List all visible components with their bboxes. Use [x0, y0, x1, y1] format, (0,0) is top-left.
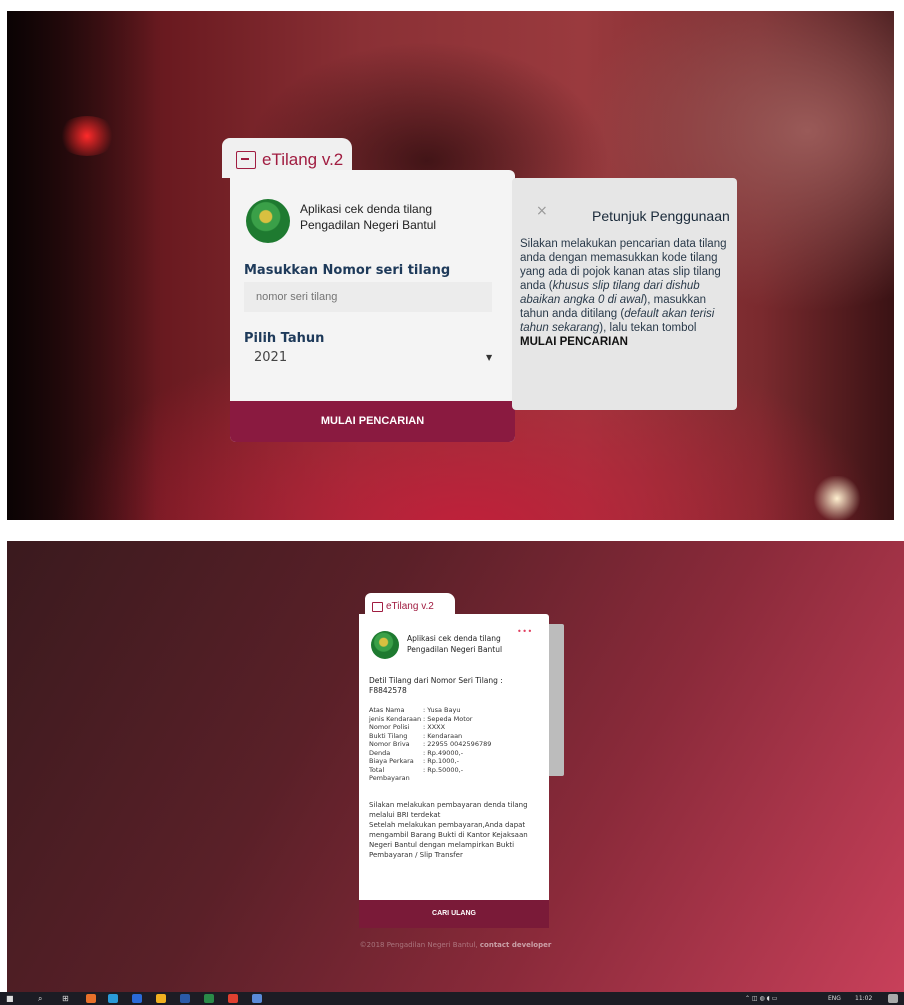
app-icon[interactable]: [252, 994, 262, 1003]
detail-row: Bukti Tilang : Kendaraan: [369, 732, 544, 741]
app-tab-title-small: eTilang v.2: [386, 601, 434, 612]
tahun-select-value: 2021: [254, 350, 288, 365]
app-subtitle-line2: Pengadilan Negeri Bantul: [300, 218, 437, 232]
firefox-icon[interactable]: [86, 994, 96, 1003]
search-icon[interactable]: ⌕: [38, 992, 42, 1005]
more-dots-icon[interactable]: •••: [517, 627, 533, 636]
login-icon: [372, 602, 383, 612]
detail-key: jenis Kendaraan: [369, 714, 422, 723]
file-explorer-icon[interactable]: [156, 994, 166, 1003]
detail-row: Denda : Rp.49000,-: [369, 749, 544, 758]
browser-screenshot: eTilang v.2 Aplikasi cek denda tilang Pe…: [7, 541, 904, 992]
tahun-label: Pilih Tahun: [244, 331, 325, 346]
court-logo-icon: [246, 199, 290, 243]
detail-key: Nomor Polisi: [369, 723, 410, 731]
notification-icon[interactable]: [888, 994, 898, 1003]
result-card: Aplikasi cek denda tilang Pengadilan Neg…: [359, 614, 549, 928]
photo-bright-spot: [812, 476, 862, 520]
detail-key: Denda: [369, 748, 391, 757]
mulai-pencarian-button[interactable]: MULAI PENCARIAN: [230, 401, 515, 442]
detail-value: : Rp.50000,-: [423, 765, 464, 774]
seri-input[interactable]: [244, 282, 492, 312]
language-indicator[interactable]: ENG: [828, 992, 841, 1005]
screenshot-root: eTilang v.2 Aplikasi cek denda tilang Pe…: [0, 0, 904, 1005]
detail-row: jenis Kendaraan: Sepeda Motor: [369, 715, 544, 724]
close-icon[interactable]: ×: [536, 203, 548, 219]
detail-value: : Yusa Bayu: [423, 706, 461, 714]
detail-key: Total Pembayaran: [369, 765, 410, 783]
photo-red-light: [57, 116, 117, 156]
search-card: Aplikasi cek denda tilang Pengadilan Neg…: [230, 170, 515, 442]
app-subtitle-line1: Aplikasi cek denda tilang: [407, 634, 501, 643]
windows-start-icon[interactable]: ■: [6, 992, 14, 1005]
petunjuk-title: Petunjuk Penggunaan: [592, 208, 730, 224]
task-view-icon[interactable]: ⊞: [62, 992, 69, 1005]
seri-label: Masukkan Nomor seri tilang: [244, 263, 451, 278]
detail-row: Nomor Polisi : XXXX: [369, 723, 544, 732]
detail-value: : Sepeda Motor: [423, 714, 473, 723]
login-icon: [236, 151, 256, 169]
detail-row: Atas Nama : Yusa Bayu: [369, 706, 544, 715]
store-icon[interactable]: [132, 994, 142, 1003]
petunjuk-panel: × Petunjuk Penggunaan Silakan melakukan …: [512, 178, 737, 410]
edge-icon[interactable]: [108, 994, 118, 1003]
detail-key: Biaya Perkara: [369, 757, 414, 765]
detail-value: : Kendaraan: [423, 731, 463, 740]
app-subtitle-line1: Aplikasi cek denda tilang: [300, 202, 433, 216]
detail-value: : Rp.1000,-: [423, 757, 459, 765]
court-logo-icon: [371, 631, 399, 659]
word-icon[interactable]: [180, 994, 190, 1003]
detail-value: : Rp.49000,-: [423, 748, 464, 757]
app-tab-title: eTilang v.2: [262, 150, 344, 169]
dropdown-arrow-icon: ▼: [486, 353, 493, 362]
detail-value: : XXXX: [423, 723, 446, 731]
detail-row: Biaya Perkara : Rp.1000,-: [369, 757, 544, 766]
detail-list: Atas Nama : Yusa Bayu jenis Kendaraan: Sep…: [369, 706, 544, 783]
clock[interactable]: 11:02: [855, 992, 872, 1005]
detail-row: Total Pembayaran : Rp.50000,-: [369, 766, 544, 783]
app-subtitle-line2: Pengadilan Negeri Bantul: [407, 645, 503, 654]
detail-key: Bukti Tilang: [369, 731, 408, 740]
payment-note: Silakan melakukan pembayaran denda tilan…: [369, 801, 528, 859]
chrome-icon[interactable]: [228, 994, 238, 1003]
detail-key: Atas Nama: [369, 706, 405, 714]
excel-icon[interactable]: [204, 994, 214, 1003]
detil-heading: Detil Tilang dari Nomor Seri Tilang : F8…: [369, 676, 503, 695]
windows-taskbar: ■ ⌕ ⊞ ⌃ ◫ ◍ ◖ ▭ ENG 11:02: [0, 992, 904, 1005]
tahun-select[interactable]: 2021: [244, 346, 500, 370]
page-footer: ©2018 Pengadilan Negeri Bantul, contact …: [359, 941, 552, 949]
detail-value: : 22955 0042596789: [423, 740, 492, 748]
contact-developer-link[interactable]: contact developer: [480, 941, 551, 949]
detail-key: Nomor Briva: [369, 740, 410, 748]
detail-row: Nomor Briva : 22955 0042596789: [369, 740, 544, 749]
petunjuk-text: Silakan melakukan pencarian data tilang …: [520, 238, 727, 348]
cari-ulang-button[interactable]: CARI ULANG: [359, 900, 549, 928]
tray-icons[interactable]: ⌃ ◫ ◍ ◖ ▭: [745, 992, 777, 1005]
photo-shadow: [7, 11, 157, 520]
